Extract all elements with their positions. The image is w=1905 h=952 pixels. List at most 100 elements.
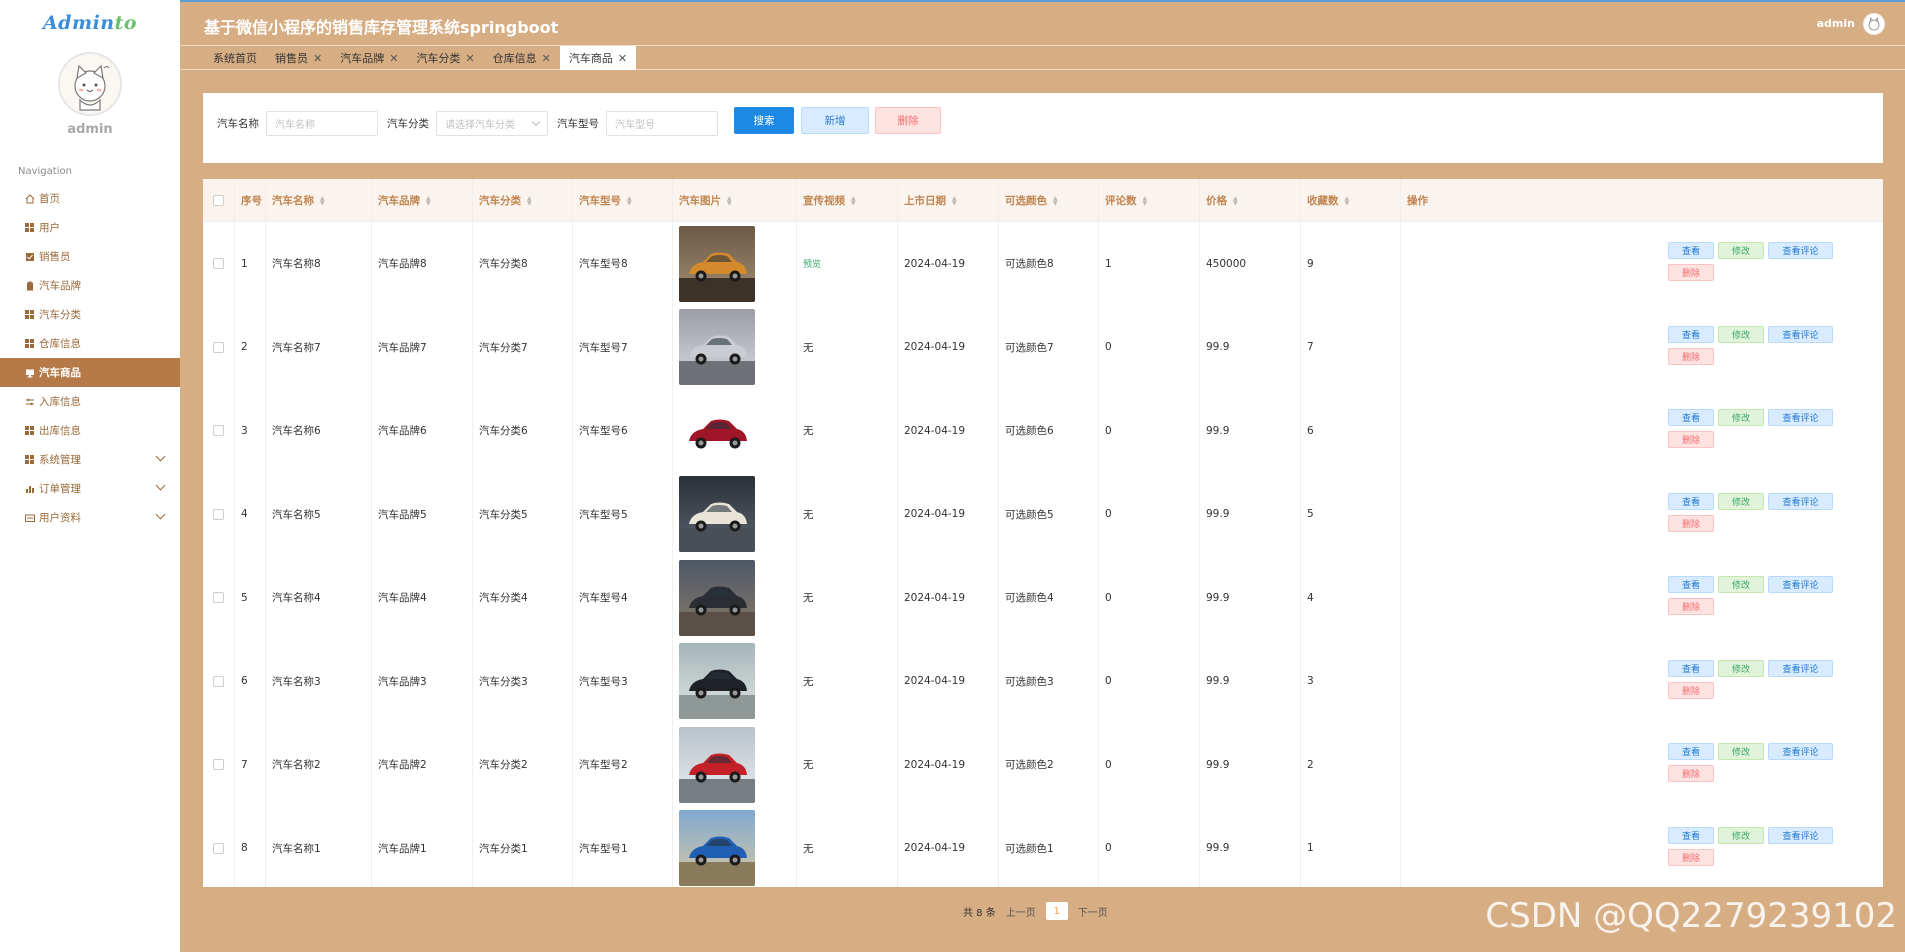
brand-logo[interactable]: Adminto <box>0 12 180 34</box>
sidebar-item-user-profile[interactable]: 用户资料 <box>0 503 180 532</box>
close-icon[interactable]: ✕ <box>542 52 551 65</box>
row-checkbox[interactable] <box>213 592 224 603</box>
edit-button[interactable]: 修改 <box>1718 659 1764 677</box>
column-header-brand[interactable]: 汽车品牌 ▲ ▼ <box>371 179 472 222</box>
view-reviews-button[interactable]: 查看评论 <box>1768 826 1833 844</box>
tab-car-brand[interactable]: 汽车品牌 ✕ <box>331 46 407 70</box>
column-header-color[interactable]: 可选颜色 ▲ ▼ <box>998 179 1098 222</box>
sidebar-item-car-brand[interactable]: 汽车品牌 <box>0 271 180 300</box>
sort-icon[interactable]: ▲ ▼ <box>527 195 532 206</box>
delete-button[interactable]: 删除 <box>1668 264 1714 281</box>
name-search-input[interactable]: 汽车名称 <box>266 111 378 136</box>
sidebar-item-stock-in[interactable]: 入库信息 <box>0 387 180 416</box>
sidebar-item-users[interactable]: 用户 <box>0 213 180 242</box>
view-reviews-button[interactable]: 查看评论 <box>1768 409 1833 426</box>
view-button[interactable]: 查看 <box>1668 242 1714 259</box>
header-username[interactable]: admin <box>1817 17 1855 30</box>
cell-image[interactable] <box>672 807 796 890</box>
cell-video[interactable]: 预览 <box>796 222 897 305</box>
column-header-category[interactable]: 汽车分类 ▲ ▼ <box>472 179 572 222</box>
cell-image[interactable] <box>672 306 796 389</box>
current-page[interactable]: 1 <box>1045 902 1068 920</box>
tab-car-products[interactable]: 汽车商品 ✕ <box>559 46 637 70</box>
row-checkbox[interactable] <box>213 425 224 436</box>
bulk-delete-button[interactable]: 删除 <box>875 107 941 134</box>
search-button[interactable]: 搜索 <box>734 107 794 134</box>
car-thumbnail[interactable] <box>679 810 755 886</box>
view-button[interactable]: 查看 <box>1668 409 1714 426</box>
delete-button[interactable]: 删除 <box>1668 848 1714 866</box>
cell-image[interactable] <box>672 640 796 723</box>
edit-button[interactable]: 修改 <box>1718 743 1764 760</box>
sort-icon[interactable]: ▲ ▼ <box>426 195 431 206</box>
row-checkbox[interactable] <box>213 258 224 269</box>
delete-button[interactable]: 删除 <box>1668 765 1714 782</box>
column-header-model[interactable]: 汽车型号 ▲ ▼ <box>572 179 672 222</box>
tab-car-category[interactable]: 汽车分类 ✕ <box>407 46 483 70</box>
edit-button[interactable]: 修改 <box>1718 576 1764 593</box>
delete-button[interactable]: 删除 <box>1668 598 1714 615</box>
sidebar-item-system-management[interactable]: 系统管理 <box>0 445 180 474</box>
next-page-button[interactable]: 下一页 <box>1078 904 1108 919</box>
cell-image[interactable] <box>672 473 796 556</box>
sort-icon[interactable]: ▲ ▼ <box>727 195 732 206</box>
row-checkbox[interactable] <box>213 675 224 687</box>
column-header-favs[interactable]: 收藏数 ▲ ▼ <box>1300 179 1400 222</box>
column-header-date[interactable]: 上市日期 ▲ ▼ <box>897 179 998 222</box>
sidebar-item-warehouse[interactable]: 仓库信息 <box>0 329 180 358</box>
sort-icon[interactable]: ▲ ▼ <box>1233 195 1238 206</box>
view-button[interactable]: 查看 <box>1668 325 1714 343</box>
car-thumbnail[interactable] <box>679 392 755 469</box>
cell-image[interactable] <box>672 389 796 472</box>
column-header-comments[interactable]: 评论数 ▲ ▼ <box>1098 179 1199 222</box>
select-all-checkbox[interactable] <box>213 195 224 206</box>
view-button[interactable]: 查看 <box>1668 826 1714 844</box>
prev-page-button[interactable]: 上一页 <box>1006 904 1036 919</box>
row-checkbox[interactable] <box>213 508 224 520</box>
view-button[interactable]: 查看 <box>1668 492 1714 510</box>
car-thumbnail[interactable] <box>679 225 755 302</box>
sidebar-item-order-management[interactable]: 订单管理 <box>0 474 180 503</box>
car-thumbnail[interactable] <box>679 476 755 552</box>
view-reviews-button[interactable]: 查看评论 <box>1768 325 1833 343</box>
column-header-video[interactable]: 宣传视频 ▲ ▼ <box>796 179 897 222</box>
car-thumbnail[interactable] <box>679 643 755 719</box>
row-checkbox[interactable] <box>213 759 224 770</box>
sidebar-item-stock-out[interactable]: 出库信息 <box>0 416 180 445</box>
sort-icon[interactable]: ▲ ▼ <box>1345 195 1350 206</box>
sort-icon[interactable]: ▲ ▼ <box>1143 195 1148 206</box>
sidebar-item-salesperson[interactable]: 销售员 <box>0 242 180 271</box>
sort-icon[interactable]: ▲ ▼ <box>627 195 632 206</box>
add-button[interactable]: 新增 <box>801 107 869 134</box>
column-header-price[interactable]: 价格 ▲ ▼ <box>1199 179 1300 222</box>
delete-button[interactable]: 删除 <box>1668 681 1714 699</box>
sort-icon[interactable]: ▲ ▼ <box>320 195 325 206</box>
tab-salesperson[interactable]: 销售员 ✕ <box>266 46 331 70</box>
view-reviews-button[interactable]: 查看评论 <box>1768 743 1833 760</box>
edit-button[interactable]: 修改 <box>1718 409 1764 426</box>
header-avatar[interactable] <box>1863 13 1885 35</box>
view-reviews-button[interactable]: 查看评论 <box>1768 242 1833 259</box>
tab-home[interactable]: 系统首页 <box>204 46 266 70</box>
edit-button[interactable]: 修改 <box>1718 325 1764 343</box>
delete-button[interactable]: 删除 <box>1668 347 1714 365</box>
column-header-image[interactable]: 汽车图片 ▲ ▼ <box>672 179 796 222</box>
car-thumbnail[interactable] <box>679 559 755 636</box>
view-reviews-button[interactable]: 查看评论 <box>1768 492 1833 510</box>
close-icon[interactable]: ✕ <box>618 52 627 65</box>
close-icon[interactable]: ✕ <box>465 52 474 65</box>
view-button[interactable]: 查看 <box>1668 743 1714 760</box>
view-button[interactable]: 查看 <box>1668 576 1714 593</box>
close-icon[interactable]: ✕ <box>389 52 398 65</box>
edit-button[interactable]: 修改 <box>1718 492 1764 510</box>
column-header-name[interactable]: 汽车名称 ▲ ▼ <box>265 179 371 222</box>
tab-warehouse[interactable]: 仓库信息 ✕ <box>484 46 560 70</box>
row-checkbox[interactable] <box>213 842 224 854</box>
sidebar-item-car-products[interactable]: 汽车商品 <box>0 358 180 387</box>
delete-button[interactable]: 删除 <box>1668 431 1714 448</box>
cell-image[interactable] <box>672 556 796 639</box>
edit-button[interactable]: 修改 <box>1718 242 1764 259</box>
row-checkbox[interactable] <box>213 341 224 353</box>
car-thumbnail[interactable] <box>679 309 755 385</box>
cell-image[interactable] <box>672 723 796 806</box>
